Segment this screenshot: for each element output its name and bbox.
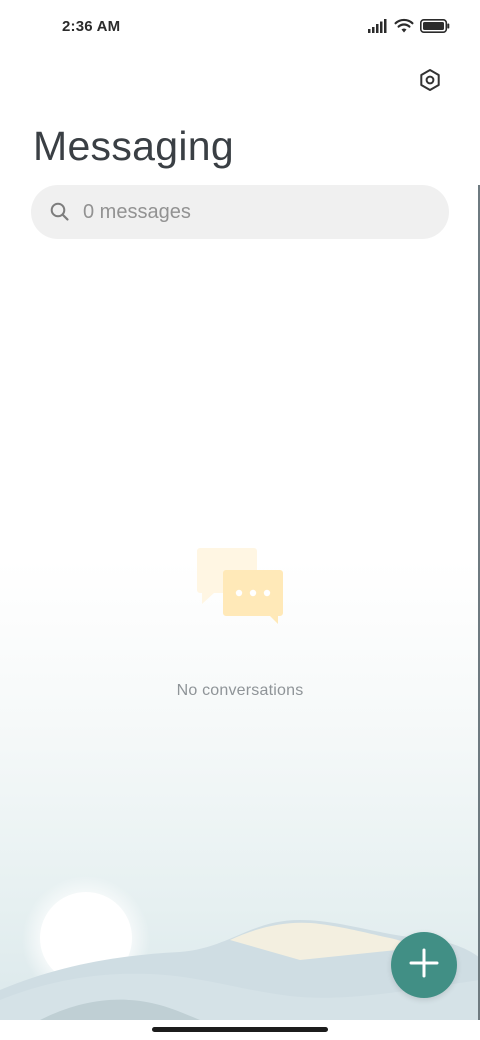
- page-title: Messaging: [33, 123, 234, 169]
- battery-icon: [420, 18, 450, 38]
- empty-state-text: No conversations: [176, 682, 304, 699]
- plus-icon: [409, 948, 439, 983]
- status-icons: [368, 18, 450, 38]
- signal-icon: [368, 18, 388, 38]
- new-conversation-button[interactable]: [391, 932, 457, 998]
- chat-bubbles-icon: [194, 546, 286, 628]
- settings-button[interactable]: [414, 66, 446, 98]
- settings-hexagon-icon: [418, 68, 442, 97]
- search-icon: [49, 201, 71, 223]
- search-bar[interactable]: [31, 185, 449, 239]
- home-indicator[interactable]: [152, 1027, 328, 1032]
- status-bar: 2:36 AM: [0, 0, 480, 56]
- wifi-icon: [394, 18, 414, 39]
- status-time: 2:36 AM: [62, 18, 121, 35]
- search-input[interactable]: [83, 185, 423, 239]
